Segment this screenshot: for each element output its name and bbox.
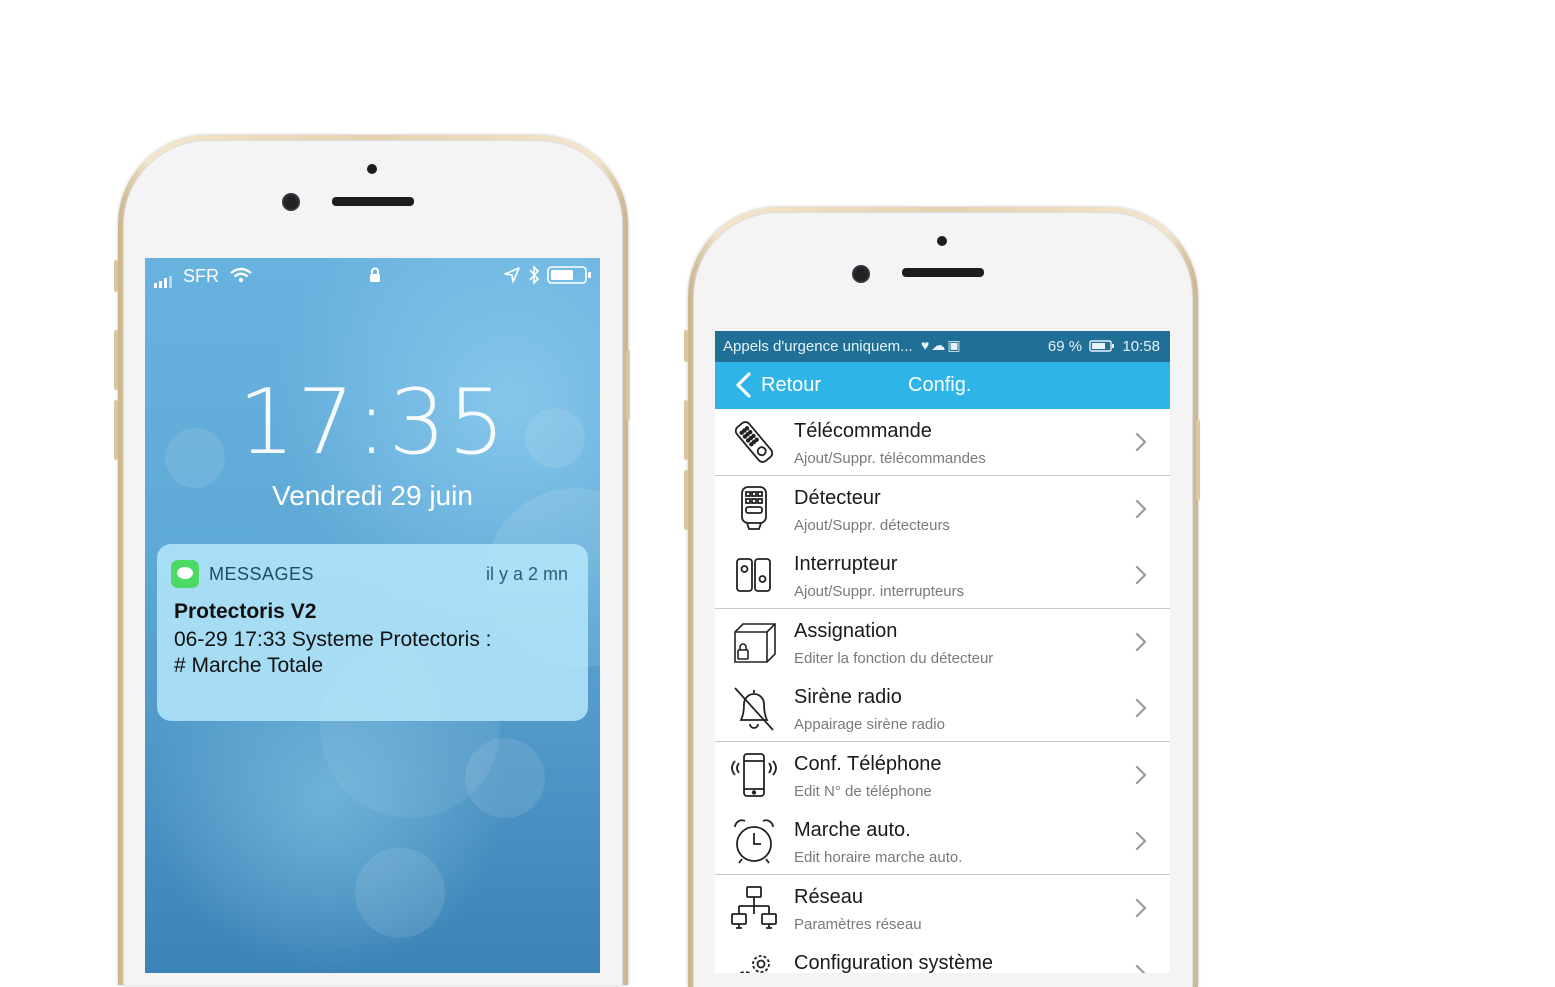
volume-up-button: [114, 330, 118, 390]
menu-item-label: Configuration système: [794, 952, 993, 973]
battery-icon: [1089, 340, 1115, 352]
chevron-right-icon: [1135, 432, 1147, 452]
front-camera: [282, 193, 300, 211]
menu-item-label: Réseau: [794, 885, 863, 908]
app-bar: Retour Config.: [715, 362, 1170, 409]
earpiece-speaker: [332, 197, 414, 206]
menu-item-label: Télécommande: [794, 420, 932, 442]
remote-control-icon: [734, 421, 774, 463]
menu-item-detector[interactable]: Détecteur Ajout/Suppr. détecteurs: [715, 475, 1170, 543]
menu-item-phone-vibrate[interactable]: Conf. Téléphone Edit N° de téléphone: [715, 741, 1170, 809]
chevron-right-icon: [1135, 698, 1147, 718]
chevron-right-icon: [1135, 964, 1146, 973]
phone-vibrate-icon: [731, 752, 777, 797]
volume-down-button: [114, 400, 118, 460]
menu-item-subtitle: Editer la fonction du détecteur: [794, 649, 994, 667]
menu-item-box-lock[interactable]: Assignation Editer la fonction du détecte…: [715, 608, 1170, 676]
menu-item-subtitle: Edit N° de téléphone: [794, 782, 932, 800]
menu-item-subtitle: Paramètres réseau: [794, 915, 922, 933]
chevron-right-icon: [1135, 632, 1147, 651]
box-lock-icon: [734, 622, 776, 663]
chevron-right-icon: [1135, 831, 1147, 851]
gears-icon: [738, 955, 770, 973]
chevron-right-icon: [1135, 565, 1147, 585]
network-icon: [731, 885, 777, 929]
earpiece-speaker: [902, 268, 984, 277]
bell-off-icon: [734, 687, 774, 731]
ios-status-bar: SFR: [145, 258, 600, 292]
sms-notification[interactable]: MESSAGES il y a 2 mn Protectoris V2 06-2…: [157, 544, 588, 721]
menu-item-alarm-clock[interactable]: Marche auto. Edit horaire marche auto.: [715, 808, 1170, 875]
config-screen: Appels d'urgence uniquem... ♥☁▣ 69 % 10:…: [715, 331, 1170, 973]
bokeh-circle: [355, 848, 445, 938]
battery-percent: 69 %: [1047, 338, 1083, 355]
menu-item-subtitle: Ajout/Suppr. interrupteurs: [794, 583, 965, 600]
volume-down-button: [684, 470, 688, 530]
menu-item-network[interactable]: Réseau Paramètres réseau: [715, 874, 1170, 942]
mute-switch: [114, 260, 118, 292]
menu-item-subtitle: Ajout/Suppr. détecteurs: [794, 516, 950, 534]
messages-app-icon: [171, 560, 199, 588]
proximity-sensor: [937, 236, 947, 246]
signal-bars-icon: [154, 270, 174, 288]
alarm-clock-icon: [734, 819, 774, 864]
menu-item-subtitle: Ajout/Suppr. télécommandes: [794, 450, 986, 467]
battery-icon: [547, 266, 591, 284]
lock-icon: [370, 267, 380, 282]
menu-item-label: Conf. Téléphone: [794, 752, 942, 775]
bluetooth-icon: [529, 265, 540, 285]
menu-item-subtitle: Edit horaire marche auto.: [794, 849, 963, 866]
front-camera: [852, 265, 870, 283]
page-title: Config.: [908, 374, 972, 396]
menu-item-label: Interrupteur: [794, 553, 898, 575]
menu-item-switch[interactable]: Interrupteur Ajout/Suppr. interrupteurs: [715, 542, 1170, 609]
emergency-calls-text: Appels d'urgence uniquem...: [723, 338, 913, 355]
chevron-right-icon: [1135, 499, 1147, 518]
power-button: [626, 350, 630, 420]
menu-item-label: Sirène radio: [794, 686, 902, 708]
notification-app-name: MESSAGES: [209, 564, 315, 584]
notification-sender: Protectoris V2: [174, 600, 317, 623]
status-right: 69 % 10:58: [1048, 338, 1160, 355]
lock-screen: SFR 17:35 Vendredi 29 juin MESSAGES il y…: [145, 258, 600, 973]
chevron-right-icon: [1135, 765, 1147, 784]
back-button[interactable]: Retour: [761, 374, 821, 397]
menu-item-label: Assignation: [794, 619, 898, 642]
proximity-sensor: [367, 164, 377, 174]
notification-time: il y a 2 mn: [485, 564, 568, 584]
menu-item-subtitle: Appairage sirène radio: [794, 716, 945, 733]
menu-item-gears[interactable]: Configuration système: [715, 941, 1170, 973]
menu-item-remote-control[interactable]: Télécommande Ajout/Suppr. télécommandes: [715, 409, 1170, 476]
android-status-bar: Appels d'urgence uniquem... ♥☁▣ 69 % 10:…: [715, 331, 1170, 362]
bokeh-circle: [465, 738, 545, 818]
menu-item-label: Marche auto.: [794, 819, 911, 841]
location-arrow-icon: [504, 267, 520, 283]
menu-item-bell-off[interactable]: Sirène radio Appairage sirène radio: [715, 675, 1170, 742]
detector-icon: [741, 485, 767, 530]
carrier-name: SFR: [183, 266, 219, 286]
notification-body: 06-29 17:33 Systeme Protectoris : # Marc…: [174, 628, 492, 677]
chevron-right-icon: [1135, 898, 1147, 917]
status-clock: 10:58: [1122, 338, 1160, 355]
lock-screen-time: 17:35: [237, 370, 508, 475]
switch-icon: [736, 558, 771, 592]
wifi-icon: [230, 267, 252, 283]
back-chevron-icon[interactable]: [733, 372, 759, 398]
mute-switch: [684, 330, 688, 362]
status-icons: ♥☁▣: [921, 337, 963, 353]
lock-screen-date: Vendredi 29 juin: [272, 480, 473, 511]
menu-item-label: Détecteur: [794, 486, 881, 509]
volume-up-button: [684, 400, 688, 460]
power-button: [1196, 420, 1200, 500]
